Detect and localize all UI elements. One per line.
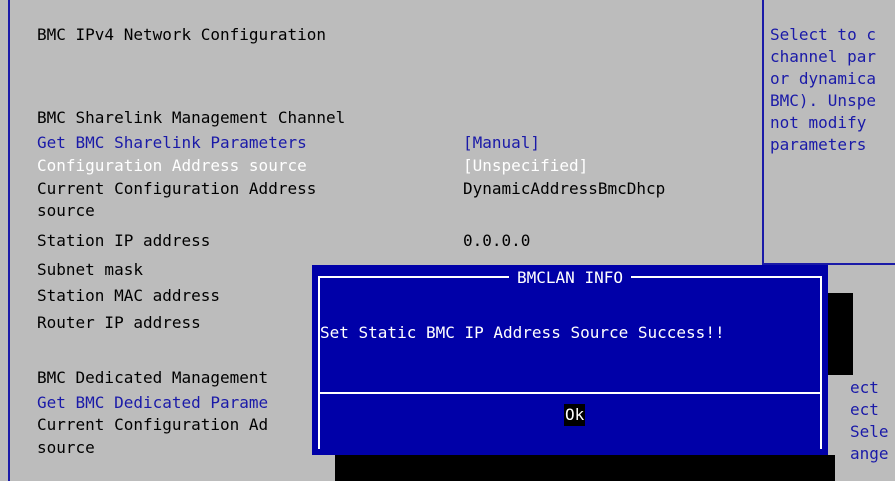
dialog-shadow-bottom xyxy=(335,455,835,481)
config-address-source-value[interactable]: [Unspecified] xyxy=(463,155,588,177)
help-line: parameters xyxy=(770,135,867,154)
current-config-ad-label: Current Configuration Ad xyxy=(37,415,269,434)
help-line: channel par xyxy=(770,47,876,66)
config-address-source-label[interactable]: Configuration Address source xyxy=(37,155,307,177)
get-sharelink-params-label[interactable]: Get BMC Sharelink Parameters xyxy=(37,132,307,154)
subnet-mask-label: Subnet mask xyxy=(37,260,143,279)
help-line: BMC). Unspe xyxy=(770,91,876,110)
dialog-separator xyxy=(318,392,822,394)
get-dedicated-params-label[interactable]: Get BMC Dedicated Parame xyxy=(37,392,268,414)
section-title-dedicated: BMC Dedicated Management xyxy=(37,368,269,387)
section-title-ipv4: BMC IPv4 Network Configuration xyxy=(37,25,326,44)
ok-button[interactable]: Ok xyxy=(564,404,586,426)
dialog-title-text: BMCLAN INFO xyxy=(509,268,631,287)
current-config-address-value: DynamicAddressBmcDhcp xyxy=(463,179,666,198)
router-ip-label: Router IP address xyxy=(37,313,201,332)
get-sharelink-params-value[interactable]: [Manual] xyxy=(463,132,540,154)
key-help-line: ect xyxy=(850,400,879,419)
section-title-sharelink: BMC Sharelink Management Channel xyxy=(37,108,346,127)
key-help-line: Sele xyxy=(850,422,889,441)
current-config-address-label-cont: source xyxy=(37,201,95,220)
info-dialog: BMCLAN INFO Set Static BMC IP Address So… xyxy=(312,265,828,455)
station-ip-value: 0.0.0.0 xyxy=(463,231,531,250)
help-panel: Select to c channel par or dynamica BMC)… xyxy=(770,24,895,156)
current-config-address-label: Current Configuration Address xyxy=(37,179,317,198)
help-line: not modify xyxy=(770,113,867,132)
help-line: or dynamica xyxy=(770,69,876,88)
help-line: Select to c xyxy=(770,25,876,44)
dialog-shadow-right xyxy=(828,293,853,375)
dialog-title: BMCLAN INFO xyxy=(312,267,828,289)
station-mac-label: Station MAC address xyxy=(37,286,221,305)
dialog-message: Set Static BMC IP Address Source Success… xyxy=(320,323,725,342)
key-help-line: ect xyxy=(850,378,879,397)
key-help-line: ange xyxy=(850,444,889,463)
station-ip-label: Station IP address xyxy=(37,231,211,250)
current-config-ad-label-cont: source xyxy=(37,438,95,457)
bios-screen: BMC IPv4 Network Configuration BMC Share… xyxy=(0,0,895,481)
key-help-panel: ect ect Sele ange xyxy=(850,377,889,465)
